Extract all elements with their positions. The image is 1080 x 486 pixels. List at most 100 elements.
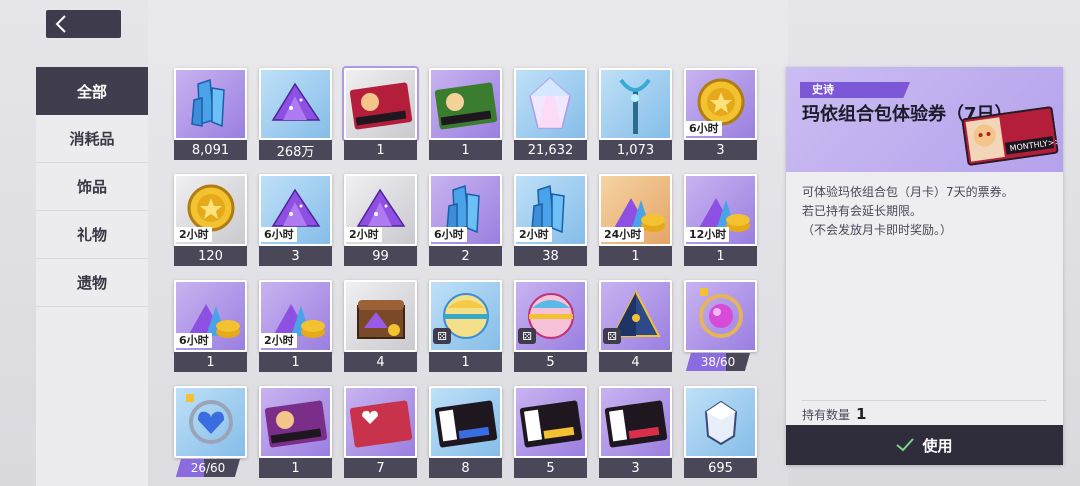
item-count: 1 xyxy=(429,352,502,372)
quantity-label: 持有数量 xyxy=(802,407,851,422)
item-count: 1 xyxy=(344,140,417,160)
inventory-item[interactable]: 1 xyxy=(259,386,332,478)
inventory-item[interactable]: 12小时 1 xyxy=(684,174,757,266)
inventory-item[interactable]: 38/60 xyxy=(684,280,757,372)
heart-shield-accessory-icon xyxy=(186,394,233,444)
item-count: 8,091 xyxy=(174,140,247,160)
inventory-item[interactable]: 6小时 3 xyxy=(259,174,332,266)
treasure-chest-icon xyxy=(357,300,405,339)
duration-tag: 6小时 xyxy=(261,227,297,242)
item-count: 268万 xyxy=(259,140,332,160)
item-count: 1,073 xyxy=(599,140,672,160)
inventory-item[interactable]: 2小时 38 xyxy=(514,174,587,266)
dice-icon: ⚄ xyxy=(518,328,536,344)
rainbow-crystal-icon xyxy=(529,76,571,129)
inventory-item[interactable]: 2小时 99 xyxy=(344,174,417,266)
inventory-item[interactable]: 1 xyxy=(429,68,502,160)
item-frame xyxy=(684,280,757,352)
inventory-item[interactable]: 2小时 1 xyxy=(259,280,332,372)
category-sidebar: 全部 消耗品 饰品 礼物 遗物 xyxy=(36,67,148,486)
item-count: 1 xyxy=(599,246,672,266)
duration-tag: 2小时 xyxy=(346,227,382,242)
inventory-item[interactable]: 1 xyxy=(344,68,417,160)
item-count: 38 xyxy=(514,246,587,266)
item-count: 8 xyxy=(429,458,502,478)
item-frame xyxy=(514,68,587,140)
item-count: 120 xyxy=(174,246,247,266)
inventory-item[interactable]: 6小时 3 xyxy=(684,68,757,160)
sidebar-item-consumables[interactable]: 消耗品 xyxy=(36,115,148,163)
fragment-progress: 38/60 xyxy=(686,353,750,371)
dice-icon: ⚄ xyxy=(433,328,451,344)
progress-label: 38/60 xyxy=(700,355,736,369)
checkmark-icon xyxy=(896,438,915,452)
item-count: 1 xyxy=(684,246,757,266)
inventory-item[interactable]: ⚄ 5 xyxy=(514,280,587,372)
inventory-item[interactable]: 1,073 xyxy=(599,68,672,160)
back-button[interactable] xyxy=(46,10,121,38)
inventory-item[interactable]: 24小时 1 xyxy=(599,174,672,266)
item-count: 7 xyxy=(344,458,417,478)
inventory-item[interactable]: 268万 xyxy=(259,68,332,160)
item-detail-panel: 史诗 玛依组合包体验券（7日） MONTHLY>> 可体验玛依组合包（月卡）7天… xyxy=(786,67,1063,465)
inventory-item[interactable]: 4 xyxy=(344,280,417,372)
item-frame xyxy=(344,386,417,458)
duration-tag: 24小时 xyxy=(601,227,645,242)
soul-ticket-pick-icon xyxy=(519,400,583,448)
detail-header: 史诗 玛依组合包体验券（7日） MONTHLY>> xyxy=(786,67,1063,172)
inventory-item[interactable]: ⚄ 1 xyxy=(429,280,502,372)
item-frame xyxy=(259,386,332,458)
description-line: 可体验玛依组合包（月卡）7天的票券。 xyxy=(802,185,1014,199)
pink-orb-accessory-icon xyxy=(699,288,743,338)
item-frame xyxy=(174,68,247,140)
inventory-item[interactable]: 6小时 2 xyxy=(429,174,502,266)
soul-ticket-red-icon xyxy=(604,400,668,448)
sidebar-item-accessories[interactable]: 饰品 xyxy=(36,163,148,211)
item-count: 1 xyxy=(259,458,332,478)
inventory-item[interactable]: 26/60 xyxy=(174,386,247,478)
item-frame xyxy=(599,386,672,458)
item-frame xyxy=(259,68,332,140)
item-frame xyxy=(429,68,502,140)
inventory-item[interactable]: 7 xyxy=(344,386,417,478)
item-frame xyxy=(174,386,247,458)
rarity-badge: 史诗 xyxy=(800,82,910,98)
inventory-item[interactable]: 21,632 xyxy=(514,68,587,160)
inventory-item[interactable]: 2小时 120 xyxy=(174,174,247,266)
fragment-progress: 26/60 xyxy=(176,459,240,477)
inventory-item[interactable]: 3 xyxy=(599,386,672,478)
blue-trident-icon xyxy=(619,78,651,134)
use-button-label: 使用 xyxy=(922,436,953,455)
duration-tag: 2小时 xyxy=(516,227,552,242)
item-frame xyxy=(344,280,417,352)
alchemy-ticket-icon xyxy=(264,400,328,448)
inventory-item[interactable]: ⚄ 4 xyxy=(599,280,672,372)
item-description: 可体验玛依组合包（月卡）7天的票券。 若已持有会延长期限。 （不会发放月卡即时奖… xyxy=(802,183,1052,240)
sidebar-item-all[interactable]: 全部 xyxy=(36,67,148,115)
item-frame xyxy=(344,68,417,140)
inventory-item[interactable]: 6小时 1 xyxy=(174,280,247,372)
inventory-item[interactable]: 5 xyxy=(514,386,587,478)
sidebar-item-gifts[interactable]: 礼物 xyxy=(36,211,148,259)
dice-icon: ⚄ xyxy=(603,328,621,344)
item-count: 4 xyxy=(599,352,672,372)
inventory-item[interactable]: 695 xyxy=(684,386,757,478)
item-count: 3 xyxy=(599,458,672,478)
item-frame xyxy=(429,386,502,458)
soul-ticket-blue-icon xyxy=(434,400,498,448)
sidebar-item-relics[interactable]: 遗物 xyxy=(36,259,148,307)
item-count: 21,632 xyxy=(514,140,587,160)
duration-tag: 6小时 xyxy=(686,121,722,136)
item-frame xyxy=(514,386,587,458)
inventory-grid: 8,091 268万 1 1 21,632 1,073 6小时 3 2小时 120 6小时 3 2小时 9… xyxy=(174,68,757,485)
item-frame xyxy=(599,68,672,140)
monthly-ticket-red-icon xyxy=(349,82,413,130)
duration-tag: 2小时 xyxy=(261,333,297,348)
use-button[interactable]: 使用 xyxy=(786,425,1063,465)
inventory-item[interactable]: 8 xyxy=(429,386,502,478)
quantity-value: 1 xyxy=(856,405,867,423)
duration-tag: 2小时 xyxy=(176,227,212,242)
item-count: 99 xyxy=(344,246,417,266)
inventory-item[interactable]: 8,091 xyxy=(174,68,247,160)
duration-tag: 6小时 xyxy=(176,333,212,348)
